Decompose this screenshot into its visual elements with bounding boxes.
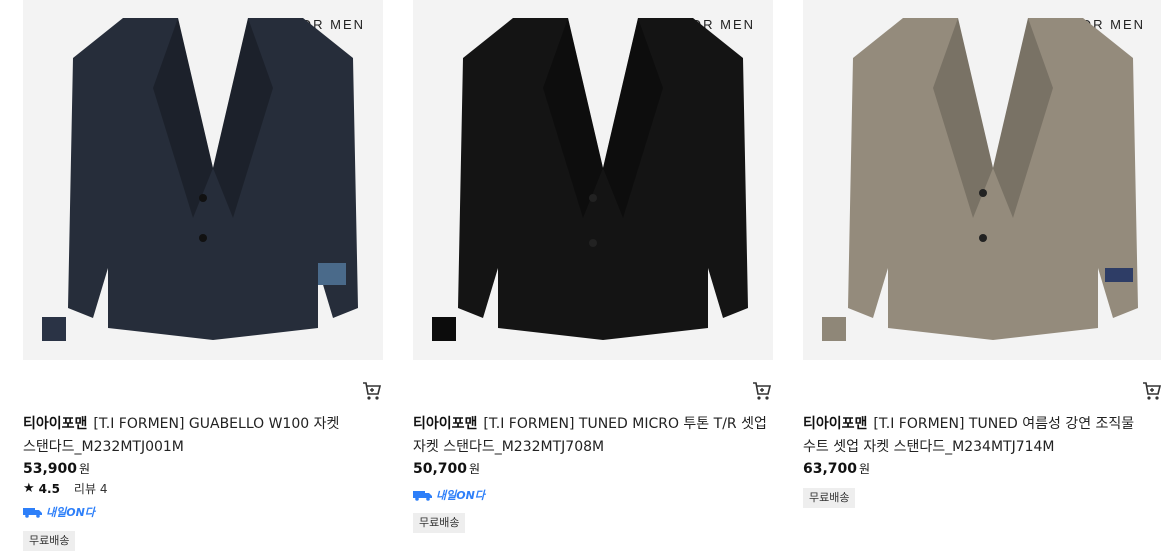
- currency: 원: [79, 462, 91, 476]
- product-title[interactable]: 티아이포맨 [T.I FORMEN] TUNED 여름성 강연 조직물 수트 셋업…: [803, 413, 1161, 459]
- jacket-body: [848, 18, 1138, 340]
- product-title[interactable]: 티아이포맨 [T.I FORMEN] TUNED MICRO 투톤 T/R 셋업 …: [413, 413, 773, 459]
- sleeve-label: [318, 263, 346, 285]
- price: 63,700: [803, 461, 858, 477]
- product-image[interactable]: T·I FOR MEN: [413, 0, 773, 360]
- rating-row: ★ 4.5 리뷰 4: [23, 480, 107, 497]
- jacket-image: [848, 18, 1138, 340]
- jacket-button: [979, 189, 987, 197]
- star-icon: ★: [23, 481, 35, 496]
- product-card[interactable]: T·I FOR MEN 티아이포맨 [T.I FORMEN] TUNED MICR…: [413, 0, 773, 533]
- jacket-image: [68, 18, 358, 340]
- free-shipping-tag: 무료배송: [803, 488, 856, 508]
- brand-name: 티아이포맨: [803, 416, 868, 432]
- product-image[interactable]: T·I FOR MEN: [23, 0, 383, 360]
- sleeve-label: [1105, 268, 1133, 282]
- product-card[interactable]: T·I FOR MEN 티아이포맨 [T.I FORMEN] GUABELLO W…: [23, 0, 383, 551]
- price-row: 63,700 원: [803, 460, 870, 477]
- price: 53,900: [23, 461, 78, 477]
- price: 50,700: [413, 461, 468, 477]
- price-row: 53,900 원: [23, 460, 90, 477]
- delivery-truck-icon: [23, 508, 42, 518]
- delivery-badge: 내일ON다: [413, 487, 485, 503]
- brand-name: 티아이포맨: [23, 416, 88, 432]
- product-title[interactable]: 티아이포맨 [T.I FORMEN] GUABELLO W100 자켓 스탠다드_…: [23, 413, 383, 459]
- price-row: 50,700 원: [413, 460, 480, 477]
- delivery-label: 내일ON다: [436, 489, 485, 502]
- product-image[interactable]: T·I FOR MEN: [803, 0, 1161, 360]
- review-count: 리뷰 4: [73, 482, 108, 496]
- cart-icon[interactable]: [361, 380, 383, 402]
- brand-name: 티아이포맨: [413, 416, 478, 432]
- delivery-badge: 내일ON다: [23, 504, 95, 520]
- color-swatch[interactable]: [432, 317, 456, 341]
- jacket-button: [589, 239, 597, 247]
- rating: 4.5: [38, 481, 60, 496]
- jacket-body: [68, 18, 358, 340]
- free-shipping-tag: 무료배송: [413, 513, 466, 533]
- jacket-button: [199, 194, 207, 202]
- currency: 원: [469, 462, 481, 476]
- cart-icon[interactable]: [1141, 380, 1161, 402]
- currency: 원: [859, 462, 871, 476]
- free-shipping-tag: 무료배송: [23, 531, 76, 551]
- color-swatch[interactable]: [42, 317, 66, 341]
- delivery-label: 내일ON다: [46, 506, 95, 519]
- jacket-body: [458, 18, 748, 340]
- jacket-image: [458, 18, 748, 340]
- cart-icon[interactable]: [751, 380, 773, 402]
- product-card[interactable]: T·I FOR MEN 티아이포맨 [T.I FORMEN] TUNED 여름성 …: [803, 0, 1161, 508]
- delivery-truck-icon: [413, 491, 432, 501]
- jacket-button: [589, 194, 597, 202]
- color-swatch[interactable]: [822, 317, 846, 341]
- jacket-button: [199, 234, 207, 242]
- jacket-button: [979, 234, 987, 242]
